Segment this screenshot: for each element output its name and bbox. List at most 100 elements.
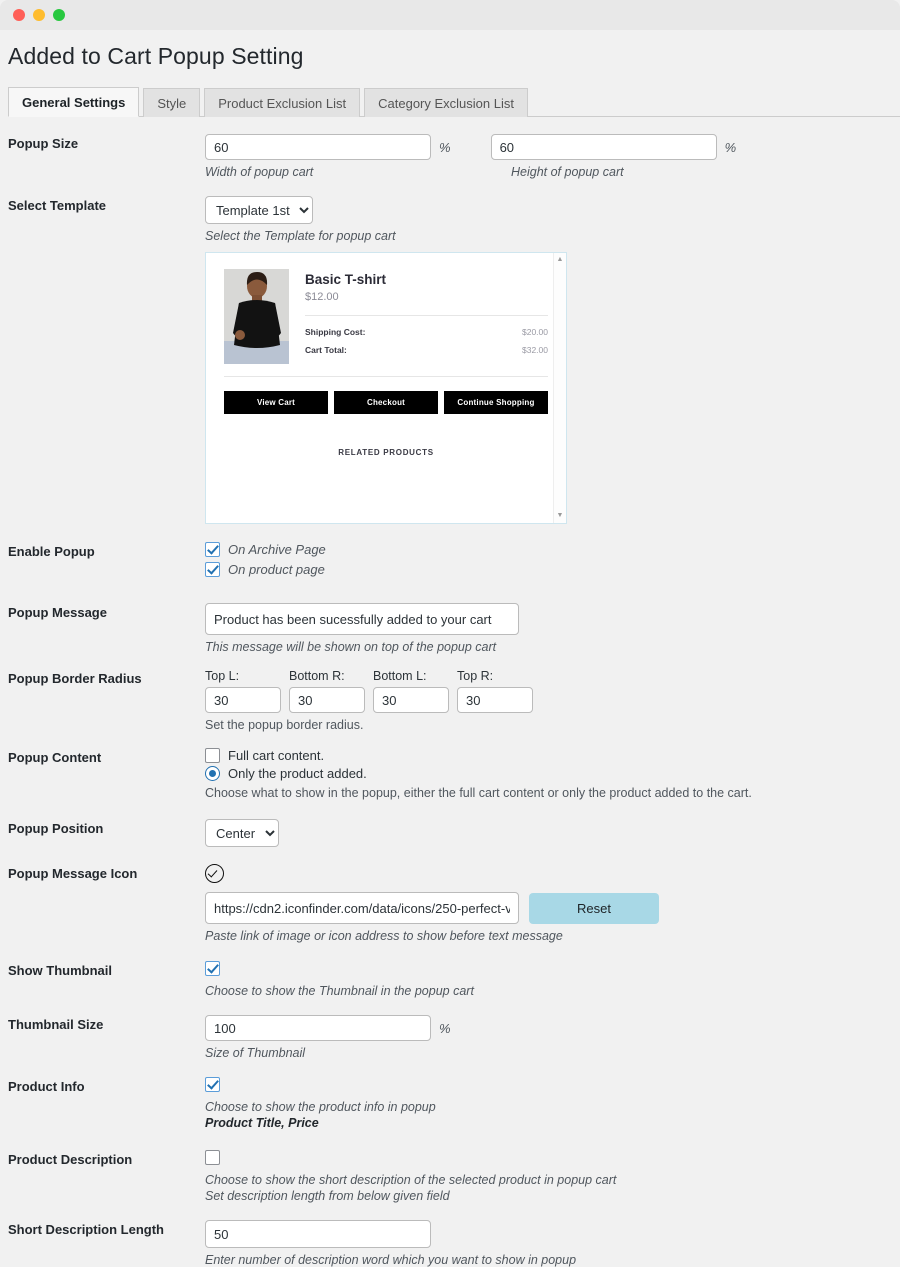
row-thumbnail-size: Thumbnail Size % Size of Thumbnail — [0, 1015, 900, 1060]
tab-style[interactable]: Style — [143, 88, 201, 117]
template-select[interactable]: Template 1st — [205, 196, 313, 224]
zoom-window-button[interactable] — [53, 9, 65, 21]
label-product-info: Product Info — [8, 1079, 85, 1094]
option-only-product-label: Only the product added. — [228, 766, 367, 781]
row-popup-size: Popup Size % % Width of popup cart — [0, 134, 900, 179]
label-show-thumbnail: Show Thumbnail — [8, 963, 112, 978]
row-short-description-length: Short Description Length Enter number of… — [0, 1220, 900, 1267]
radio-only-product-icon[interactable] — [205, 766, 220, 781]
thumbnail-size-input[interactable] — [205, 1015, 431, 1041]
checkbox-product-description[interactable] — [205, 1150, 220, 1165]
preview-total-row: Shipping Cost: $20.00 — [305, 327, 548, 337]
row-select-template: Select Template Template 1st Select the … — [0, 196, 900, 524]
row-popup-message-icon: Popup Message Icon Reset Paste link of i… — [0, 864, 900, 943]
desc-popup-content: Choose what to show in the popup, either… — [205, 786, 752, 800]
scroll-down-icon[interactable]: ▼ — [554, 512, 566, 520]
reset-button[interactable]: Reset — [529, 892, 659, 924]
label-popup-size: Popup Size — [8, 136, 79, 151]
label-product-description: Product Description — [8, 1152, 133, 1167]
preview-shipping-label: Shipping Cost: — [305, 327, 366, 337]
desc-popup-border-radius: Set the popup border radius. — [205, 718, 364, 732]
popup-message-icon-url-input[interactable] — [205, 892, 519, 924]
radius-top-right-input[interactable] — [457, 687, 533, 713]
preview-carttotal-label: Cart Total: — [305, 345, 347, 355]
option-only-product-added[interactable]: Only the product added. — [205, 766, 892, 781]
preview-scrollbar[interactable]: ▲ ▼ — [553, 253, 566, 523]
checkbox-full-cart-icon[interactable] — [205, 748, 220, 763]
thumbnail-size-unit: % — [439, 1020, 451, 1036]
label-popup-border-radius: Popup Border Radius — [8, 671, 142, 686]
preview-total-row: Cart Total: $32.00 — [305, 345, 548, 355]
tab-category-exclusion-list[interactable]: Category Exclusion List — [364, 88, 528, 117]
preview-product-thumbnail — [224, 269, 289, 364]
row-popup-message: Popup Message This message will be shown… — [0, 603, 900, 654]
radius-top-left-caption: Top L: — [205, 669, 240, 683]
row-enable-popup: Enable Popup On Archive Page On product … — [0, 542, 900, 582]
preview-shipping-value: $20.00 — [522, 327, 548, 337]
desc-product-description-2: Set description length from below given … — [205, 1189, 450, 1203]
popup-width-unit: % — [439, 139, 451, 155]
radius-bottom-right-input[interactable] — [289, 687, 365, 713]
checkbox-on-product-page[interactable]: On product page — [205, 562, 892, 577]
preview-divider-2 — [224, 376, 548, 377]
radius-bottom-left-input[interactable] — [373, 687, 449, 713]
desc-show-thumbnail: Choose to show the Thumbnail in the popu… — [205, 984, 474, 998]
desc-popup-width: Width of popup cart — [205, 165, 314, 179]
label-thumbnail-size: Thumbnail Size — [8, 1017, 104, 1032]
label-select-template: Select Template — [8, 198, 107, 213]
desc-popup-height: Height of popup cart — [511, 165, 624, 179]
checkbox-on-archive-page[interactable]: On Archive Page — [205, 542, 892, 557]
desc-thumbnail-size: Size of Thumbnail — [205, 1046, 306, 1060]
page-title: Added to Cart Popup Setting — [8, 43, 304, 69]
close-window-button[interactable] — [13, 9, 25, 21]
label-popup-content: Popup Content — [8, 750, 102, 765]
popup-height-unit: % — [724, 139, 737, 155]
label-enable-popup: Enable Popup — [8, 544, 95, 559]
option-full-cart-content[interactable]: Full cart content. — [205, 748, 892, 763]
general-settings-form: Popup Size % % Width of popup cart — [0, 134, 900, 1267]
desc-product-info-fields: Product Title, Price — [205, 1116, 319, 1130]
preview-button-row: View Cart Checkout Continue Shopping — [224, 391, 548, 414]
checkbox-product-info[interactable] — [205, 1077, 220, 1092]
row-product-info: Product Info Choose to show the product … — [0, 1077, 900, 1130]
tab-bar: General Settings Style Product Exclusion… — [8, 86, 900, 117]
row-popup-content: Popup Content Full cart content. Only th… — [0, 748, 900, 800]
radius-top-right: Top R: — [457, 669, 533, 713]
template-preview: Basic T-shirt $12.00 Shipping Cost: $20.… — [205, 252, 567, 524]
row-popup-border-radius: Popup Border Radius Top L: Bottom R: Bot… — [0, 669, 900, 732]
short-description-length-input[interactable] — [205, 1220, 431, 1248]
tab-general-settings[interactable]: General Settings — [8, 87, 140, 117]
row-product-description: Product Description Choose to show the s… — [0, 1150, 900, 1203]
popup-position-select[interactable]: Center — [205, 819, 279, 847]
preview-continue-shopping-button[interactable]: Continue Shopping — [444, 391, 548, 414]
popup-message-input[interactable] — [205, 603, 519, 635]
desc-product-description: Choose to show the short description of … — [205, 1173, 617, 1187]
radius-top-right-caption: Top R: — [457, 669, 494, 683]
scroll-up-icon[interactable]: ▲ — [554, 256, 566, 264]
row-show-thumbnail: Show Thumbnail Choose to show the Thumbn… — [0, 961, 900, 998]
checkbox-show-thumbnail[interactable] — [205, 961, 220, 976]
label-popup-message-icon: Popup Message Icon — [8, 866, 138, 881]
radius-top-left: Top L: — [205, 669, 281, 713]
popup-height-input[interactable] — [490, 134, 717, 160]
option-full-cart-label: Full cart content. — [228, 748, 325, 763]
label-popup-position: Popup Position — [8, 821, 104, 836]
preview-related-products-label: RELATED PRODUCTS — [338, 448, 434, 457]
preview-checkout-button[interactable]: Checkout — [334, 391, 438, 414]
tab-product-exclusion-list[interactable]: Product Exclusion List — [204, 88, 361, 117]
preview-view-cart-button[interactable]: View Cart — [224, 391, 328, 414]
desc-popup-message: This message will be shown on top of the… — [205, 640, 497, 654]
radius-bottom-left-caption: Bottom L: — [373, 669, 427, 683]
row-popup-position: Popup Position Center — [0, 819, 900, 847]
minimize-window-button[interactable] — [33, 9, 45, 21]
preview-product-title: Basic T-shirt — [305, 272, 387, 287]
preview-carttotal-value: $32.00 — [522, 345, 548, 355]
check-circle-icon — [205, 864, 224, 883]
checkbox-archive-icon[interactable] — [205, 542, 220, 557]
checkbox-product-page-icon[interactable] — [205, 562, 220, 577]
preview-divider — [305, 315, 548, 316]
radius-top-left-input[interactable] — [205, 687, 281, 713]
preview-product-price: $12.00 — [305, 291, 339, 303]
label-short-description-length: Short Description Length — [8, 1222, 164, 1237]
popup-width-input[interactable] — [205, 134, 431, 160]
